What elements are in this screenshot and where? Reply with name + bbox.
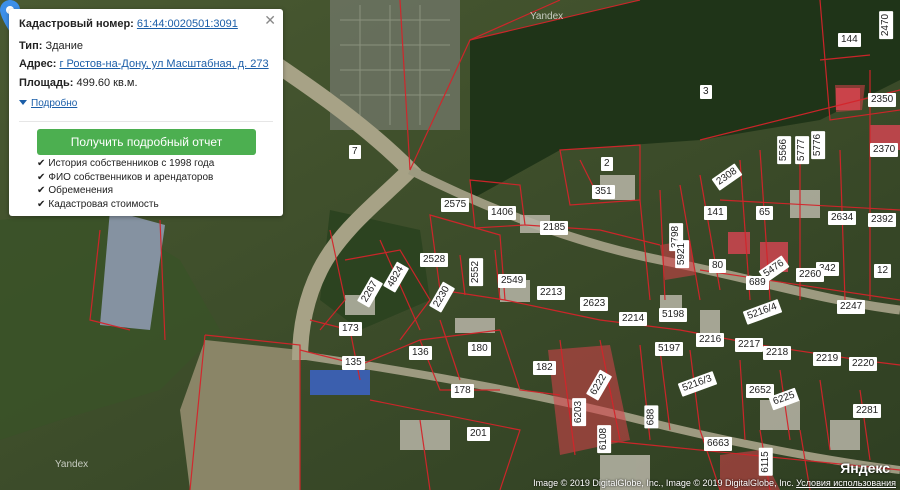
close-icon[interactable]: ✕ (264, 12, 276, 28)
list-item: ✔ Обременения (37, 184, 214, 198)
address-link[interactable]: г Ростов-на-Дону, ул Масштабная, д. 273 (59, 58, 268, 70)
parcel-label[interactable]: 80 (709, 259, 727, 273)
copyright-text: Image © 2019 DigitalGlobe, Inc., Image ©… (533, 478, 794, 488)
parcel-label[interactable]: 144 (838, 33, 861, 47)
parcel-label[interactable]: 141 (704, 206, 727, 220)
parcel-label[interactable]: 173 (339, 322, 362, 336)
parcel-label[interactable]: 2370 (870, 143, 899, 157)
more-details-link[interactable]: Подробно (31, 98, 77, 109)
address-row: Адрес: г Ростов-на-Дону, ул Масштабная, … (19, 58, 269, 70)
parcel-label[interactable]: 5198 (659, 308, 688, 322)
type-row: Тип: Здание (19, 40, 83, 52)
parcel-label[interactable]: 688 (644, 405, 659, 429)
parcel-label[interactable]: 5566 (777, 135, 792, 165)
parcel-label[interactable]: 2652 (746, 384, 775, 398)
parcel-label[interactable]: 689 (746, 276, 769, 290)
parcel-info-card: ✕ Кадастровый номер: 61:44:0020501:3091 … (9, 9, 283, 216)
terms-link[interactable]: Условия использования (796, 478, 896, 488)
parcel-label[interactable]: 1406 (488, 206, 517, 220)
parcel-label[interactable]: 2528 (420, 253, 449, 267)
parcel-label[interactable]: 2214 (619, 312, 648, 326)
report-features-list: ✔ История собственников с 1998 года ✔ ФИО … (37, 157, 214, 211)
feature-text: История собственников с 1998 года (48, 158, 215, 169)
get-report-button[interactable]: Получить подробный отчет (37, 129, 256, 155)
parcel-label[interactable]: 5777 (795, 135, 810, 165)
parcel-label[interactable]: 2 (601, 157, 613, 171)
parcel-label[interactable]: 2220 (849, 357, 878, 371)
map-copyright: Image © 2019 DigitalGlobe, Inc., Image ©… (533, 478, 896, 488)
parcel-label[interactable]: 2219 (813, 352, 842, 366)
parcel-label[interactable]: 2634 (828, 211, 857, 225)
list-item: ✔ История собственников с 1998 года (37, 157, 214, 171)
parcel-label[interactable]: 2247 (837, 300, 866, 314)
list-item: ✔ Кадастровая стоимость (37, 198, 214, 212)
parcel-label[interactable]: 6115 (758, 448, 773, 476)
list-item: ✔ ФИО собственников и арендаторов (37, 171, 214, 185)
parcel-label[interactable]: 2216 (696, 333, 725, 347)
parcel-label[interactable]: 351 (592, 185, 615, 199)
parcel-label[interactable]: 182 (533, 361, 556, 375)
parcel-label[interactable]: 2470 (879, 10, 894, 40)
parcel-label[interactable]: 2549 (498, 274, 527, 288)
parcel-label[interactable]: 2575 (441, 198, 470, 212)
parcel-label[interactable]: 2281 (853, 404, 882, 418)
area-row: Площадь: 499.60 кв.м. (19, 77, 138, 89)
type-value: Здание (45, 40, 83, 52)
parcel-label[interactable]: 2213 (537, 286, 566, 300)
parcel-label[interactable]: 65 (756, 206, 774, 220)
parcel-label[interactable]: 2552 (469, 257, 484, 287)
parcel-label[interactable]: 2217 (735, 338, 764, 352)
parcel-label[interactable]: 5197 (655, 342, 684, 356)
parcel-label[interactable]: 136 (409, 346, 432, 360)
parcel-label[interactable]: 3 (700, 85, 712, 99)
parcel-label[interactable]: 201 (467, 427, 490, 441)
card-divider (19, 121, 273, 122)
parcel-label[interactable]: 5921 (675, 239, 690, 269)
parcel-label[interactable]: 2350 (868, 93, 897, 107)
parcel-label[interactable]: 12 (874, 264, 892, 278)
parcel-label[interactable]: 135 (342, 356, 365, 370)
parcel-label[interactable]: 5776 (811, 130, 826, 160)
area-label: Площадь: (19, 77, 74, 89)
type-label: Тип: (19, 40, 43, 52)
parcel-label[interactable]: 2185 (540, 221, 569, 235)
check-icon: ✔ (37, 158, 46, 169)
parcel-label[interactable]: 6108 (597, 424, 612, 454)
feature-text: Кадастровая стоимость (48, 198, 159, 210)
chevron-down-icon (19, 100, 27, 105)
parcel-label[interactable]: 6203 (572, 397, 587, 427)
cadastral-number-row: Кадастровый номер: 61:44:0020501:3091 (19, 18, 238, 30)
area-value: 499.60 кв.м. (76, 77, 138, 89)
map-watermark: Yandex (55, 459, 89, 470)
check-icon: ✔ (37, 171, 46, 183)
check-icon: ✔ (37, 185, 46, 196)
feature-text: ФИО собственников и арендаторов (48, 171, 214, 183)
yandex-logo: Яндекс (840, 460, 890, 476)
parcel-label[interactable]: 178 (451, 384, 474, 398)
parcel-label[interactable]: 2260 (796, 268, 825, 282)
check-icon: ✔ (37, 198, 46, 210)
parcel-label[interactable]: 7 (349, 145, 361, 159)
parcel-label[interactable]: 6663 (704, 437, 733, 451)
address-label: Адрес: (19, 58, 57, 70)
parcel-label[interactable]: 2392 (868, 213, 897, 227)
cadastral-number-label: Кадастровый номер: (19, 18, 134, 30)
parcel-label[interactable]: 180 (468, 342, 491, 356)
more-details-toggle[interactable]: Подробно (19, 97, 77, 109)
parcel-label[interactable]: 2623 (580, 297, 609, 311)
cadastral-number-link[interactable]: 61:44:0020501:3091 (137, 18, 238, 30)
map-watermark: Yandex (530, 11, 564, 22)
feature-text: Обременения (48, 185, 114, 196)
parcel-label[interactable]: 2218 (763, 346, 792, 360)
